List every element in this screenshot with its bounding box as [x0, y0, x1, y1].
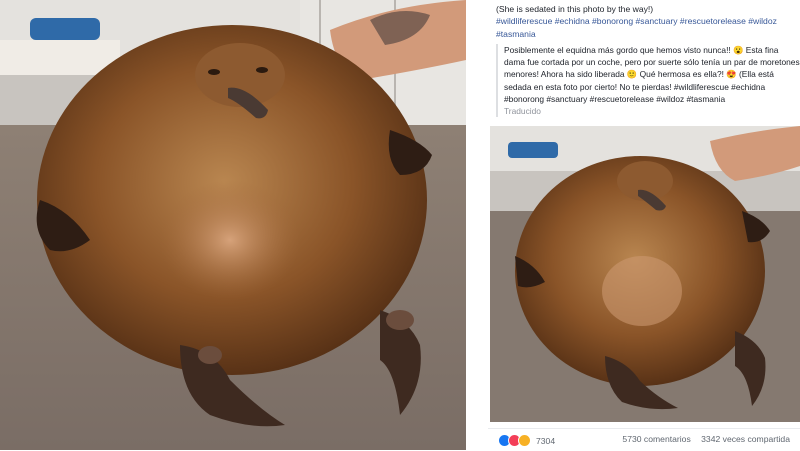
main-echidna-photo	[0, 0, 466, 450]
second-echidna-photo[interactable]	[490, 126, 800, 422]
divider	[466, 0, 488, 450]
post-stats: 5730 comentarios 3342 veces compartida	[622, 434, 790, 444]
shares-link[interactable]: 3342 veces compartida	[701, 434, 790, 444]
reaction-count: 7304	[536, 435, 556, 446]
translated-label[interactable]: Traducido	[504, 105, 800, 117]
post-text: (She is sedated in this photo by the way…	[496, 3, 792, 40]
translation-block: Posiblemente el equidna más gordo que he…	[496, 44, 800, 118]
reactions-summary[interactable]: 7304	[498, 434, 555, 447]
hashtags[interactable]: #wildliferescue #echidna #bonorong #sanc…	[496, 15, 792, 40]
wow-icon	[518, 434, 531, 447]
translation-text: Posiblemente el equidna más gordo que he…	[504, 45, 800, 104]
caption-line: (She is sedated in this photo by the way…	[496, 4, 654, 14]
post-footer: 7304 5730 comentarios 3342 veces compart…	[488, 428, 800, 451]
comments-link[interactable]: 5730 comentarios	[622, 434, 690, 444]
